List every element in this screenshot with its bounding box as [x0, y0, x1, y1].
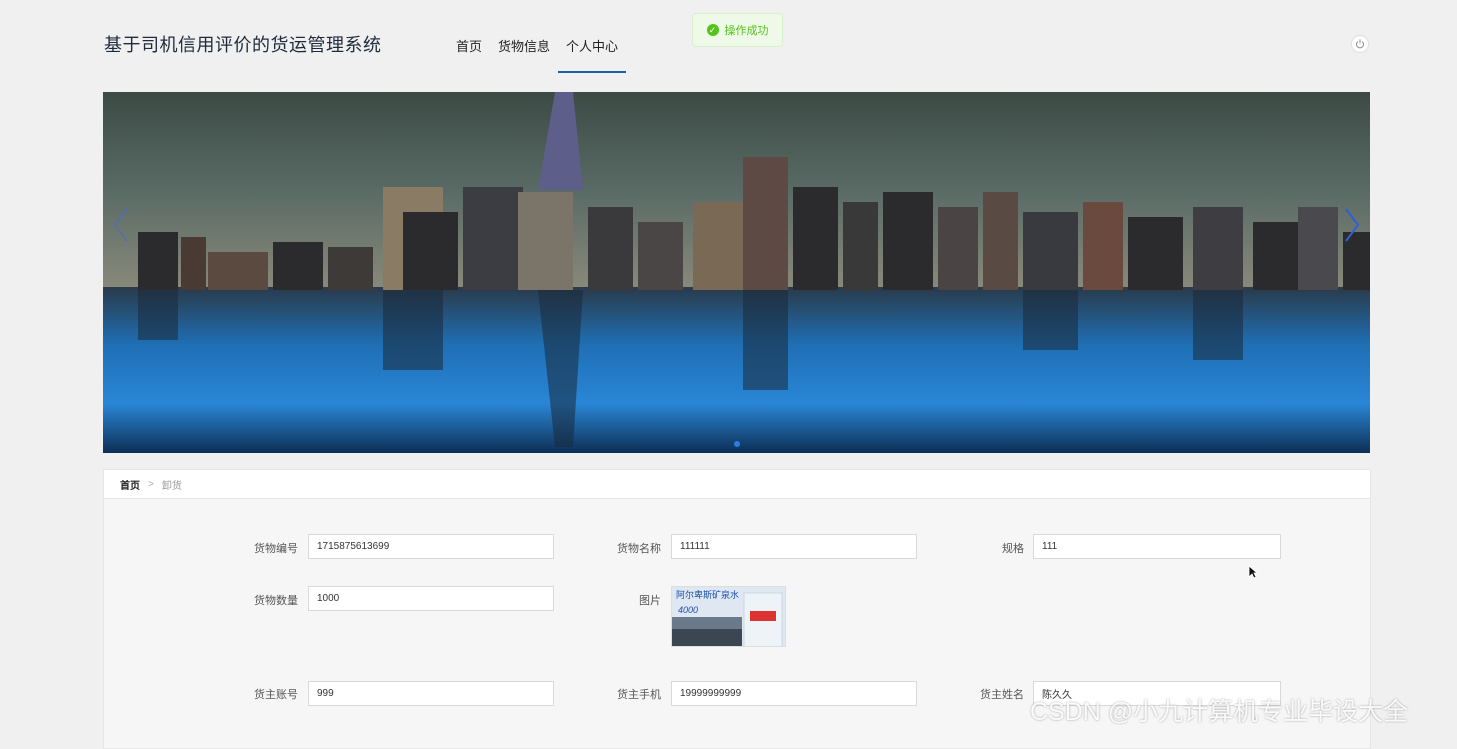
image-caption: 阿尔卑斯矿泉水 [676, 591, 740, 601]
spec-field[interactable]: 111 [1033, 534, 1281, 559]
logout-button[interactable] [1351, 35, 1369, 53]
toast-message: 操作成功 [724, 25, 769, 37]
success-toast: ✓ 操作成功 [692, 13, 783, 47]
breadcrumb-separator: > [148, 478, 154, 490]
top-header: 基于司机信用评价的货运管理系统 首页 货物信息 个人中心 ✓ 操作成功 [0, 0, 1457, 75]
owner-account-field[interactable]: 999 [308, 681, 554, 706]
breadcrumb: 首页 > 卸货 [104, 470, 1370, 499]
main-nav: 首页 货物信息 个人中心 [448, 36, 627, 73]
owner-account-label: 货主账号 [254, 689, 298, 701]
goods-image[interactable]: 阿尔卑斯矿泉水 4000 [671, 586, 786, 647]
check-circle-icon: ✓ [706, 24, 719, 36]
goods-name-label: 货物名称 [617, 543, 661, 555]
goods-name-field[interactable]: 111111 [671, 534, 917, 559]
nav-home[interactable]: 首页 [448, 36, 490, 73]
breadcrumb-home[interactable]: 首页 [120, 477, 140, 492]
breadcrumb-current: 卸货 [161, 480, 182, 492]
quantity-label: 货物数量 [254, 595, 298, 607]
banner-carousel [103, 92, 1370, 453]
city-skyline-image [103, 92, 1370, 453]
power-icon [1356, 39, 1364, 49]
image-label: 图片 [639, 595, 661, 607]
goods-no-field[interactable]: 1715875613699 [308, 534, 554, 559]
chevron-right-icon [1345, 208, 1360, 242]
carousel-indicator[interactable] [734, 441, 740, 447]
mouse-cursor-icon [1248, 565, 1259, 584]
nav-goods-info[interactable]: 货物信息 [490, 36, 558, 73]
nav-personal-center[interactable]: 个人中心 [558, 36, 627, 73]
chevron-left-icon [113, 208, 128, 242]
spec-label: 规格 [1002, 543, 1024, 555]
site-title: 基于司机信用评价的货运管理系统 [104, 35, 382, 55]
owner-phone-label: 货主手机 [617, 689, 661, 701]
owner-phone-field[interactable]: 19999999999 [671, 681, 917, 706]
carousel-prev-button[interactable] [111, 205, 131, 245]
csdn-watermark: CSDN @小九计算机专业毕设大全 [1030, 698, 1409, 726]
image-subtext: 4000 [678, 605, 699, 615]
quantity-field[interactable]: 1000 [308, 586, 554, 611]
owner-name-label: 货主姓名 [980, 689, 1024, 701]
goods-no-label: 货物编号 [254, 543, 298, 555]
carousel-next-button[interactable] [1342, 205, 1362, 245]
